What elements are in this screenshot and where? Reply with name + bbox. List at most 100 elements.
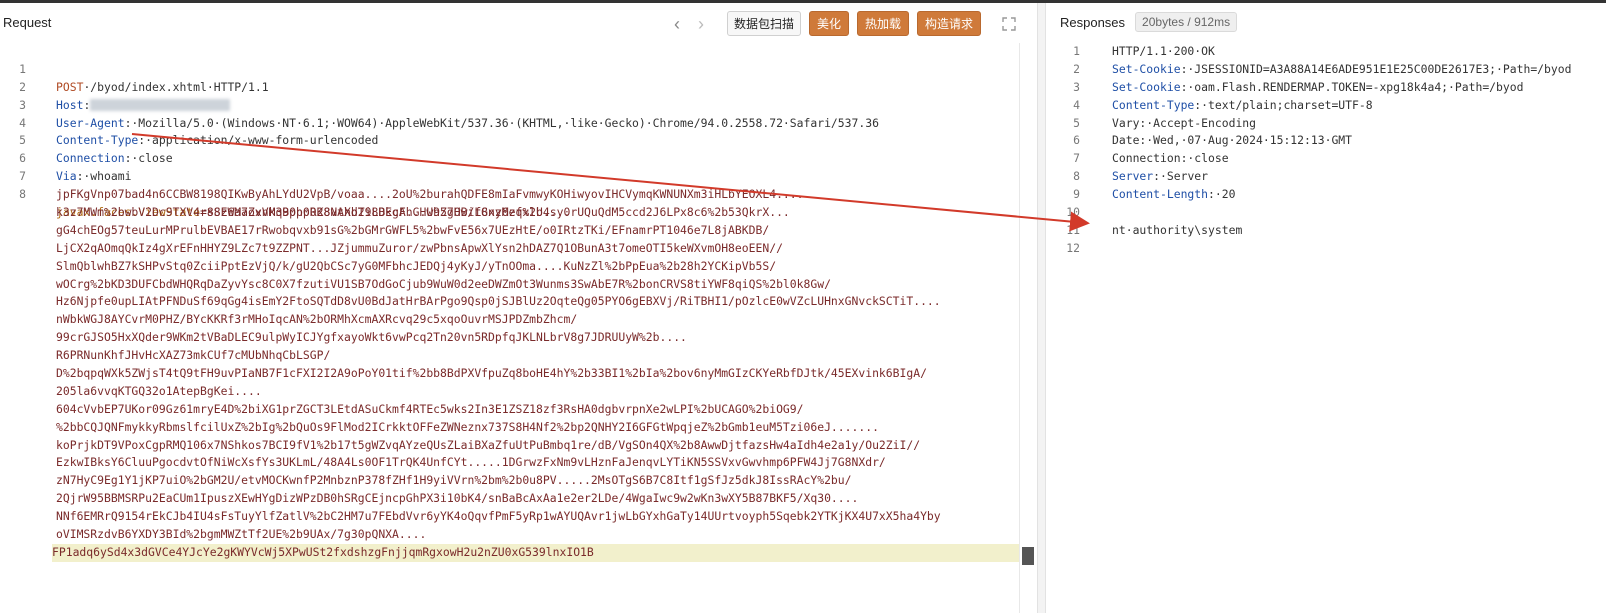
request-body-line: D%2bqpqWXk5ZWjsT4tQ9tFH9uvPIaNB7F1cFXI2I… — [0, 365, 1037, 383]
request-body-line: 604cVvbEP7UKor09Gz61mryE4D%2biXG1prZGCT3… — [0, 401, 1037, 419]
body-param-value: 99crGJSO5HxXQder9WKm2tVBaDLEC9ulpWyICJYg… — [56, 330, 687, 345]
line-number: 9 — [1073, 187, 1080, 202]
response-pane: Responses 20bytes / 912ms 1 HTTP/1.1·200·… — [1046, 3, 1606, 613]
line-number: 5 — [1073, 115, 1080, 130]
line-number: 8 — [1073, 169, 1080, 184]
line-number: 3 — [1073, 79, 1080, 94]
body-param-value: EzkwIBksY6CluuPgocdvtOfNiWcXsfYs3UKLmL/4… — [56, 455, 886, 470]
body-param-value: Hz6Njpfe0upLIAtPFNDuSf69qGg4isEmY2FtoSQT… — [56, 294, 941, 309]
request-body-line: FP1adq6ySd4x3dGVCe4YJcYe2gKWYVcWj5XPwUSt… — [0, 543, 1037, 562]
response-line: 10 — [1046, 204, 1606, 222]
header-key: Content-Type — [1112, 97, 1195, 112]
hot-load-button[interactable]: 热加载 — [856, 11, 909, 36]
body-param-value: FP1adq6ySd4x3dGVCe4YJcYe2gKWYVcWj5XPwUSt… — [52, 543, 1019, 562]
response-line: 5 Vary:·Accept-Encoding — [1046, 115, 1606, 133]
response-line: 3 Set-Cookie:·oam.Flash.RENDERMAP.TOKEN=-… — [1046, 79, 1606, 97]
response-line: 6 Date:·Wed,·07·Aug·2024·15:12:13·GMT — [1046, 132, 1606, 150]
response-text: Connection:·close — [1112, 151, 1229, 166]
editor-right-margin — [1019, 43, 1020, 613]
response-line: 8 Server:·Server — [1046, 168, 1606, 186]
header-value: :·oam.Flash.RENDERMAP.TOKEN=-xpg18k4a4;·… — [1180, 79, 1524, 94]
request-body-line: R6PRNunKhfJHvHcXAZ73mkCUf7cMUbNhqCbLSGP/ — [0, 347, 1037, 365]
response-editor[interactable]: 1 HTTP/1.1·200·OK 2 Set-Cookie:·JSESSIONID=… — [1046, 43, 1606, 258]
header-value: :·20 — [1208, 187, 1236, 202]
response-size-time-badge: 20bytes / 912ms — [1135, 12, 1238, 32]
body-param-value: D%2bqpqWXk5ZWjsT4tQ9tFH9uvPIaNB7F1cFXI2I… — [56, 366, 927, 381]
request-header: Request ‹ › 数据包扫描 美化 热加载 构造请求 — [0, 3, 1037, 41]
request-line: 5 Connection:·close — [0, 115, 1037, 165]
response-line: 9 Content-Length:·20 — [1046, 186, 1606, 204]
request-body-line: LjCX2qAOmqQkIz4gXrEFnHHYZ9LZc7t9ZZPNT...… — [0, 240, 1037, 258]
body-param-value: 205la6vvqKTGQ32o1AtepBgKei.... — [56, 383, 262, 398]
request-body-line: EzkwIBksY6CluuPgocdvtOfNiWcXsfYs3UKLmL/4… — [0, 454, 1037, 472]
request-body-line: SlmQblwhBZ7kSHPvStq0ZciiPptEzVjQ/k/gU2Qb… — [0, 258, 1037, 276]
response-text: Date:·Wed,·07·Aug·2024·15:12:13·GMT — [1112, 133, 1353, 148]
request-pane: Request ‹ › 数据包扫描 美化 热加载 构造请求 1 POST·/by… — [0, 3, 1037, 613]
body-param-value: %2bbCQJQNFmykkyRbmslfcilUxZ%2bIg%2bQuOs9… — [56, 419, 879, 434]
request-body-line: nWbkWGJ8AYCvrM0PHZ/BYcKKRf3rMHoIqcAN%2bO… — [0, 311, 1037, 329]
body-param-value: LjCX2qAOmqQkIz4gXrEFnHHYZ9LZc7t9ZZPNT...… — [56, 240, 783, 255]
line-number: 7 — [1073, 151, 1080, 166]
response-line: 7 Connection:·close — [1046, 150, 1606, 168]
body-param-value: nWbkWGJ8AYCvrM0PHZ/BYcKKRf3rMHoIqcAN%2bO… — [56, 312, 578, 327]
response-line: 11 nt·authority\system — [1046, 222, 1606, 240]
body-param-value: jpFKgVnp07bad4n6CCBW8198QIKwByAhLYdU2VpB… — [56, 187, 804, 202]
body-param-value: wOCrg%2bKD3DUFCbdWHQRqDaZyvYsc8C0X7fzuti… — [56, 276, 831, 291]
request-body-line: koPrjkDT9VPoxCgpRMQ106x7NShkos7BCI9fV1%2… — [0, 437, 1037, 455]
line-number: 6 — [1073, 133, 1080, 148]
body-param-value: zN7HyC9Eg1Y1jKP7uiO%2bGM2U/etvMOCKwnfP2M… — [56, 473, 852, 488]
request-body-line: jpFKgVnp07bad4n6CCBW8198QIKwByAhLYdU2VpB… — [0, 186, 1037, 204]
beautify-button[interactable]: 美化 — [808, 11, 849, 36]
line-number: 2 — [1073, 61, 1080, 76]
header-key: Set-Cookie — [1112, 61, 1181, 76]
request-body-line: 205la6vvqKTGQ32o1AtepBgKei.... — [0, 383, 1037, 401]
request-line: 1 POST·/byod/index.xhtml·HTTP/1.1 — [0, 43, 1037, 94]
line-number: 10 — [1066, 205, 1080, 220]
body-param-value: k3z7MWm%2bwbV2Dc9TXV4rs8E6M7ZvVM3B0p0RK8… — [56, 205, 571, 220]
request-line: 3 User-Agent:·Mozilla/5.0·(Windows·NT·6.… — [0, 79, 1037, 130]
request-title: Request — [3, 14, 52, 30]
request-body-line: 99crGJSO5HxXQder9WKm2tVBaDLEC9ulpWyICJYg… — [0, 329, 1037, 347]
response-line: 4 Content-Type:·text/plain;charset=UTF-8 — [1046, 97, 1606, 115]
response-line: 2 Set-Cookie:·JSESSIONID=A3A88A14E6ADE951… — [1046, 61, 1606, 79]
request-body-line: Hz6Njpfe0upLIAtPFNDuSf69qGg4isEmY2FtoSQT… — [0, 293, 1037, 311]
expand-icon[interactable] — [1001, 16, 1017, 32]
body-param-value: koPrjkDT9VPoxCgpRMQ106x7NShkos7BCI9fV1%2… — [56, 437, 921, 452]
body-param-value: SlmQblwhBZ7kSHPvStq0ZciiPptEzVjQ/k/gU2Qb… — [56, 258, 777, 273]
response-text: HTTP/1.1·200·OK — [1112, 44, 1215, 58]
request-body-line: 2QjrW95BBMSRPu2EaCUm1IpuszXEwHYgDizWPzDB… — [0, 490, 1037, 508]
response-title: Responses — [1060, 14, 1126, 30]
forward-arrow-icon[interactable]: › — [693, 14, 709, 34]
request-body-line: %2bbCQJQNFmykkyRbmslfcilUxZ%2bIg%2bQuOs9… — [0, 419, 1037, 437]
line-number: 11 — [1066, 222, 1080, 237]
request-body-line: zN7HyC9Eg1Y1jKP7uiO%2bGM2U/etvMOCKwnfP2M… — [0, 472, 1037, 490]
header-key: Content-Length — [1112, 187, 1209, 202]
request-body-line: oVIMSRzdvB6YXDY3BId%2bgmMWZtTf2UE%2b9UAx… — [0, 526, 1037, 544]
pane-splitter[interactable] — [1037, 3, 1046, 613]
response-line: 12 — [1046, 240, 1606, 258]
response-text: nt·authority\system — [1112, 222, 1243, 237]
body-param-value: 2QjrW95BBMSRPu2EaCUm1IpuszXEwHYgDizWPzDB… — [56, 491, 859, 506]
header-value: :·text/plain;charset=UTF-8 — [1194, 97, 1373, 112]
request-toolbar: ‹ › 数据包扫描 美化 热加载 构造请求 — [669, 11, 1017, 36]
header-value: :·JSESSIONID=A3A88A14E6ADE951E1E25C00DE2… — [1180, 61, 1572, 76]
request-body-line: wOCrg%2bKD3DUFCbdWHQRqDaZyvYsc8C0X7fzuti… — [0, 276, 1037, 294]
header-value: :·Server — [1153, 169, 1209, 184]
request-line: 7 — [0, 150, 1037, 183]
scrollbar-thumb[interactable] — [1022, 547, 1034, 565]
request-editor[interactable]: 1 POST·/byod/index.xhtml·HTTP/1.1 2 Host… — [0, 43, 1037, 562]
request-line: 4 Content-Type:·application/x-www-form-u… — [0, 97, 1037, 148]
response-line: 1 HTTP/1.1·200·OK — [1046, 43, 1606, 61]
line-number: 4 — [1073, 97, 1080, 112]
request-line: 6 Via:·whoami — [0, 132, 1037, 183]
build-request-button[interactable]: 构造请求 — [916, 11, 981, 36]
line-number: 12 — [1066, 240, 1080, 255]
header-key: Server — [1112, 169, 1154, 184]
request-body-line: gG4chEOg57teuLurMPrulbEVBAE17rRwobqvxb91… — [0, 222, 1037, 240]
request-line: 8 javax.faces.ViewState=8SzWaaoxnkq9php0… — [0, 168, 1037, 219]
request-body-line: NNf6EMRrQ9154rEkCJb4IU4sFsTuyYlfZatlV%2b… — [0, 508, 1037, 526]
header-key: Set-Cookie — [1112, 79, 1181, 94]
packet-scan-button[interactable]: 数据包扫描 — [726, 11, 801, 36]
back-arrow-icon[interactable]: ‹ — [669, 14, 685, 34]
body-param-value: NNf6EMRrQ9154rEkCJb4IU4sFsTuyYlfZatlV%2b… — [56, 509, 941, 524]
